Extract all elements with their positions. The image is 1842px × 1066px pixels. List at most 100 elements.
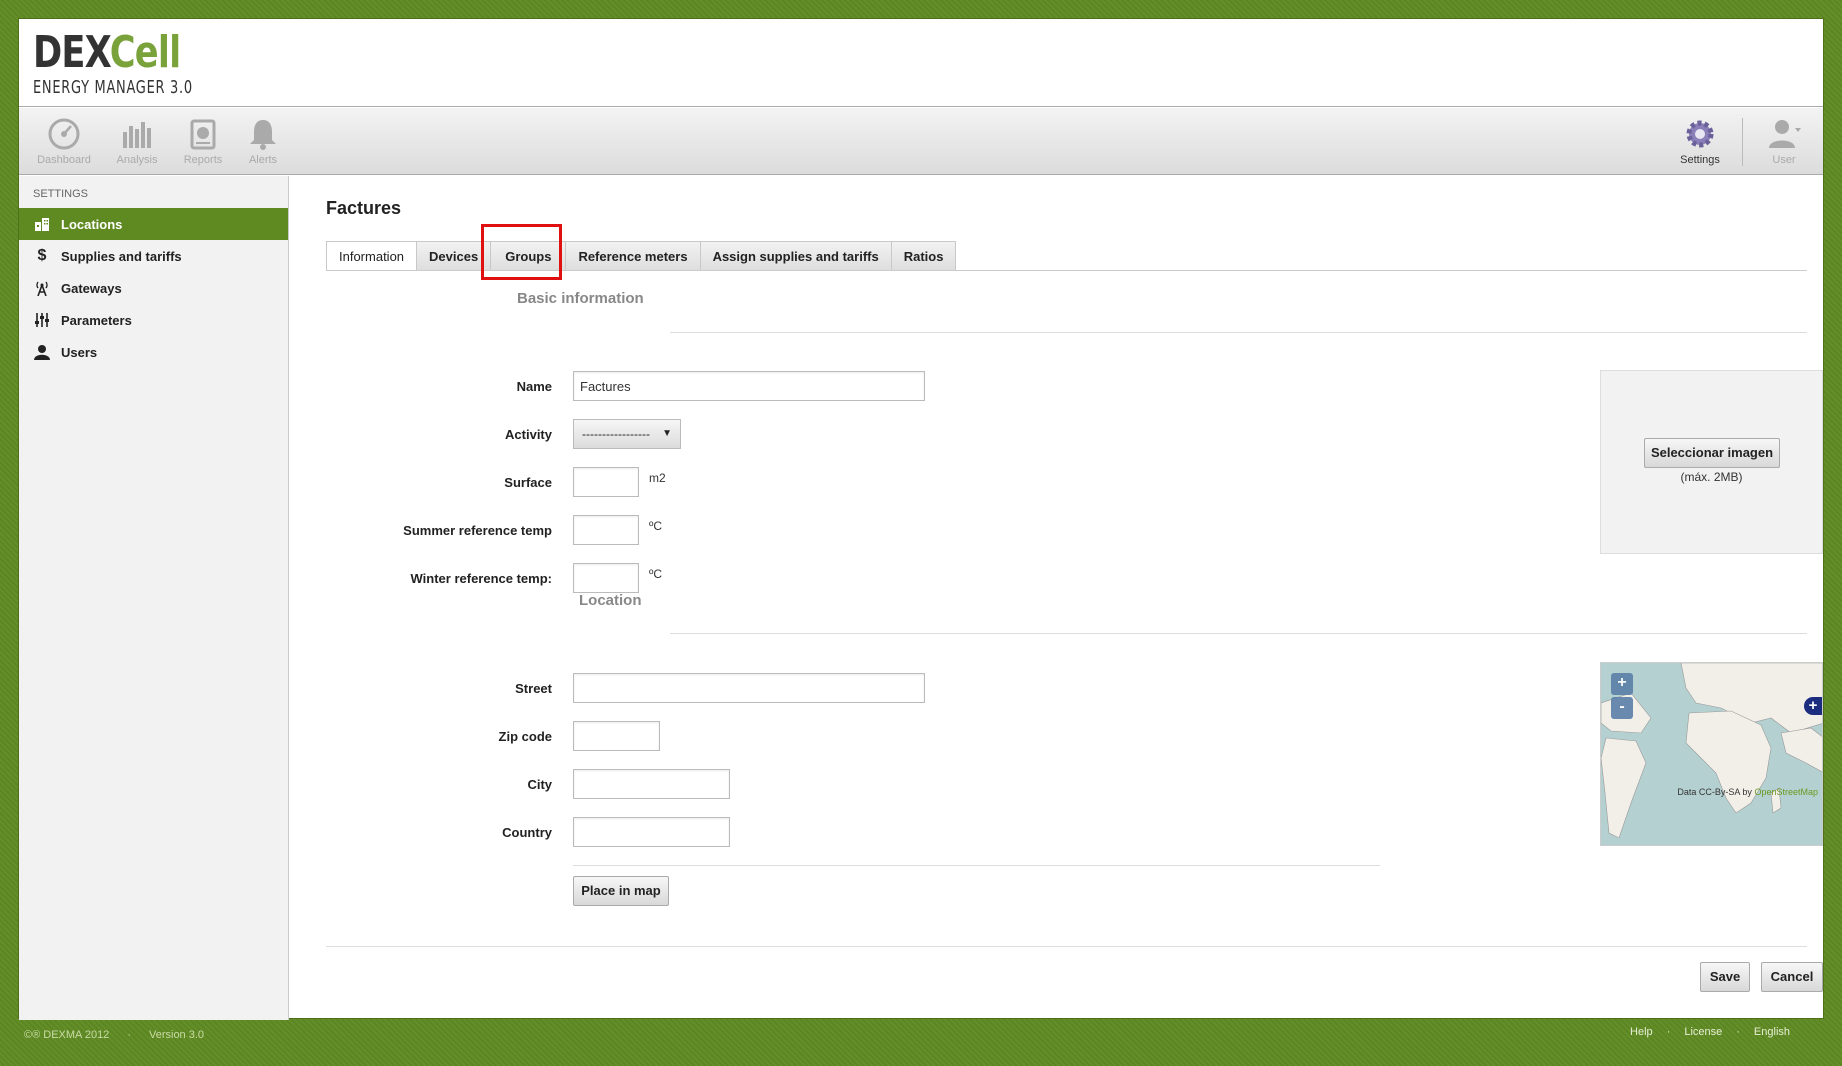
save-button[interactable]: Save <box>1700 962 1750 992</box>
cancel-button[interactable]: Cancel <box>1761 962 1823 992</box>
caret-down-icon: ▼ <box>662 428 672 439</box>
app-frame: DEXCell ENERGY MANAGER 3.0 Dashboard Ana… <box>18 18 1825 1020</box>
world-map-icon <box>1601 663 1822 845</box>
winter-temp-input[interactable] <box>573 563 639 593</box>
gear-icon <box>1686 120 1714 148</box>
toolbar-reports-label: Reports <box>183 154 223 166</box>
tab-ratios[interactable]: Ratios <box>890 241 957 271</box>
user-icon <box>33 343 51 361</box>
dollar-icon: $ <box>37 247 47 264</box>
building-icon <box>33 215 51 233</box>
footer-license-link[interactable]: License <box>1684 1026 1722 1038</box>
summer-temp-label: Summer reference temp <box>403 523 552 538</box>
main-toolbar: Dashboard Analysis Reports Alerts Settin… <box>19 108 1823 175</box>
form-divider <box>573 865 1380 866</box>
footer-language-link[interactable]: English <box>1754 1026 1790 1038</box>
tab-groups[interactable]: Groups <box>490 241 567 271</box>
sidebar-item-users[interactable]: Users <box>19 336 288 368</box>
bar-chart-icon <box>123 122 151 148</box>
activity-select[interactable]: ----------------- ▼ <box>573 419 681 449</box>
footer-dot: · <box>127 1029 131 1041</box>
toolbar-analysis[interactable]: Analysis <box>105 118 169 166</box>
surface-unit: m2 <box>649 471 666 485</box>
toolbar-separator <box>1742 118 1743 166</box>
toolbar-dashboard-label: Dashboard <box>37 154 91 166</box>
street-label: Street <box>515 681 552 696</box>
section-divider <box>670 332 1807 333</box>
section-basic-information: Basic information <box>517 290 644 307</box>
place-in-map-button[interactable]: Place in map <box>573 876 669 906</box>
footer-left: ©® DEXMA 2012 · Version 3.0 <box>24 1029 222 1041</box>
map-layer-switcher-button[interactable]: + <box>1804 697 1822 715</box>
tab-devices[interactable]: Devices <box>416 241 492 271</box>
footer-version: Version 3.0 <box>148 1029 205 1041</box>
country-input[interactable] <box>573 817 730 847</box>
tab-reference-meters[interactable]: Reference meters <box>565 241 701 271</box>
toolbar-alerts[interactable]: Alerts <box>231 118 295 166</box>
openstreetmap-link[interactable]: OpenStreetMap <box>1754 787 1818 797</box>
user-menu-icon <box>1769 120 1801 148</box>
toolbar-user[interactable]: User <box>1752 118 1816 166</box>
sidebar-item-label: Users <box>61 344 98 360</box>
location-tabs: Information Devices Groups Reference met… <box>326 241 957 271</box>
toolbar-settings-label: Settings <box>1680 154 1720 166</box>
activity-label: Activity <box>505 427 552 442</box>
footer-right: Help · License · English <box>1616 1026 1790 1038</box>
toolbar-user-label: User <box>1772 154 1796 166</box>
image-size-note: (máx. 2MB) <box>1680 470 1743 484</box>
toolbar-alerts-label: Alerts <box>248 154 278 166</box>
zip-code-input[interactable] <box>573 721 660 751</box>
map-attribution: Data CC-By-SA by OpenStreetMap <box>1677 787 1818 797</box>
report-icon <box>190 119 216 150</box>
logo-subtitle: ENERGY MANAGER 3.0 <box>33 77 193 98</box>
actions-divider <box>326 946 1807 947</box>
select-image-button[interactable]: Seleccionar imagen <box>1644 438 1780 468</box>
name-label: Name <box>516 379 552 394</box>
city-input[interactable] <box>573 769 730 799</box>
winter-temp-label: Winter reference temp: <box>410 571 552 586</box>
name-input[interactable] <box>573 371 925 401</box>
toolbar-settings[interactable]: Settings <box>1668 118 1732 166</box>
country-label: Country <box>502 825 552 840</box>
summer-temp-unit: ºC <box>649 519 663 533</box>
section-location: Location <box>579 592 642 609</box>
sidebar-item-label: Parameters <box>61 312 132 328</box>
toolbar-dashboard[interactable]: Dashboard <box>32 118 96 166</box>
activity-select-value: ----------------- <box>582 427 650 441</box>
logo: DEXCell ENERGY MANAGER 3.0 <box>33 31 255 99</box>
map-zoom-in-button[interactable]: + <box>1611 673 1633 695</box>
sidebar-item-gateways[interactable]: Gateways <box>19 272 288 304</box>
image-upload-box: Seleccionar imagen (máx. 2MB) <box>1600 370 1823 554</box>
sidebar-item-label: Supplies and tariffs <box>61 248 182 264</box>
toolbar-reports[interactable]: Reports <box>171 118 235 166</box>
tab-underline <box>326 270 1807 271</box>
page-title: Factures <box>326 198 402 218</box>
map-zoom-out-button[interactable]: - <box>1611 697 1633 719</box>
winter-temp-unit: ºC <box>649 567 663 581</box>
section-divider <box>670 633 1807 634</box>
main-content: Factures Information Devices Groups Refe… <box>290 176 1825 1020</box>
city-label: City <box>527 777 552 792</box>
surface-label: Surface <box>504 475 552 490</box>
sidebar-item-label: Locations <box>61 216 123 232</box>
footer-separator: · <box>1736 1026 1740 1038</box>
footer-help-link[interactable]: Help <box>1630 1026 1653 1038</box>
street-input[interactable] <box>573 673 925 703</box>
footer-separator: · <box>1666 1026 1671 1038</box>
tab-assign-supplies-and-tariffs[interactable]: Assign supplies and tariffs <box>699 241 892 271</box>
sliders-icon <box>33 311 51 329</box>
dashboard-icon <box>48 118 80 150</box>
sidebar-title: SETTINGS <box>33 188 89 200</box>
sidebar-item-locations[interactable]: Locations <box>19 208 288 240</box>
summer-temp-input[interactable] <box>573 515 639 545</box>
toolbar-analysis-label: Analysis <box>116 154 158 166</box>
tab-information[interactable]: Information <box>326 241 418 271</box>
location-map[interactable]: + - + Data CC-By-SA by OpenStreetMap <box>1600 662 1823 846</box>
sidebar-item-label: Gateways <box>61 280 122 296</box>
antenna-icon <box>33 279 51 297</box>
bell-icon <box>250 120 276 150</box>
sidebar-item-supplies-and-tariffs[interactable]: $ Supplies and tariffs <box>19 240 288 272</box>
surface-input[interactable] <box>573 467 639 497</box>
zip-code-label: Zip code <box>498 729 552 744</box>
sidebar-item-parameters[interactable]: Parameters <box>19 304 288 336</box>
